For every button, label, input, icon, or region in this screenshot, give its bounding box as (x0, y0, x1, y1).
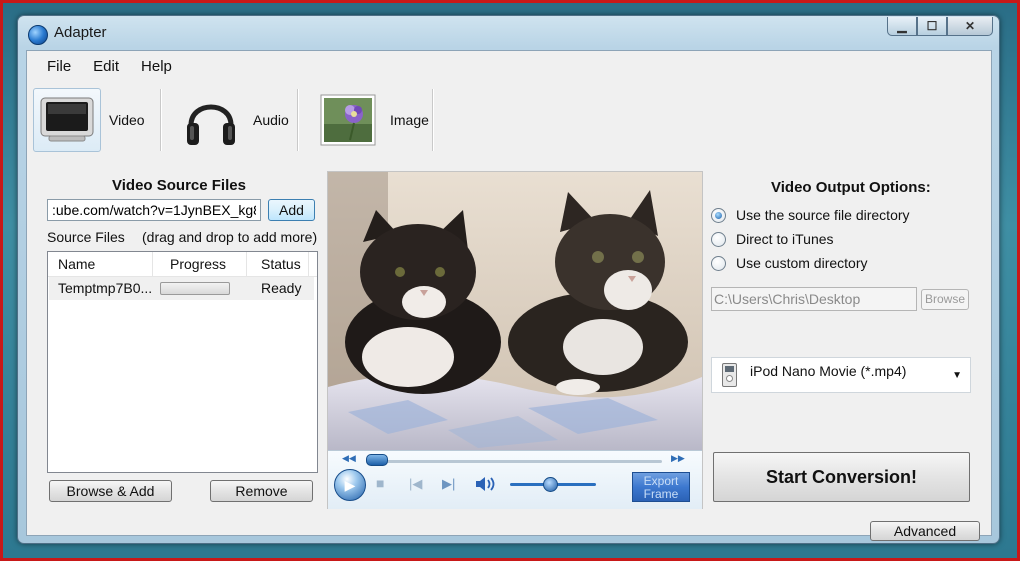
list-header: Name Progress Status (48, 252, 317, 277)
source-files-label: Source Files (47, 229, 125, 245)
column-name[interactable]: Name (58, 256, 95, 272)
menu-help[interactable]: Help (130, 51, 183, 81)
player-controls: ◀◀ ▶▶ ▶ ■ |◀ ▶| Export Frame (328, 450, 702, 509)
minimize-button[interactable]: ▁ (887, 17, 917, 36)
monitor-icon (40, 97, 94, 142)
client-area: File Edit Help Video Audio Image Video S… (26, 50, 992, 541)
fast-forward-icon[interactable]: ▶▶ (671, 453, 685, 464)
column-progress[interactable]: Progress (170, 256, 226, 272)
column-divider[interactable] (308, 252, 309, 276)
tab-image[interactable]: Image (314, 87, 429, 153)
radio-label: Direct to iTunes (736, 231, 834, 247)
row-name: Temptmp7B0... (58, 280, 153, 296)
browse-and-add-button[interactable]: Browse & Add (49, 480, 172, 502)
output-options-title: Video Output Options: (771, 179, 931, 196)
row-progress-bar (160, 282, 230, 295)
cats-video-frame (328, 172, 702, 450)
app-icon (28, 25, 48, 45)
tab-audio-label: Audio (253, 112, 289, 128)
play-button[interactable]: ▶ (334, 469, 366, 501)
window-controls: ▁ ☐ ✕ (887, 17, 993, 36)
column-status[interactable]: Status (261, 256, 301, 272)
tab-image-icon-box (314, 88, 382, 152)
radio-button[interactable] (711, 255, 726, 271)
stop-icon[interactable]: ■ (376, 475, 384, 491)
drag-drop-hint: (drag and drop to add more) (142, 229, 318, 245)
menu-bar: File Edit Help (27, 51, 991, 81)
volume-thumb[interactable] (542, 477, 558, 492)
add-button[interactable]: Add (268, 199, 315, 221)
headphones-icon (187, 104, 235, 145)
table-row[interactable]: Temptmp7B0... Ready (49, 277, 314, 300)
url-input[interactable] (47, 199, 261, 221)
previous-icon[interactable]: |◀ (409, 476, 422, 492)
radio-label: Use the source file directory (736, 207, 910, 223)
tab-divider (432, 89, 434, 151)
export-frame-button[interactable]: Export Frame (632, 472, 690, 502)
rewind-icon[interactable]: ◀◀ (342, 453, 356, 464)
close-button[interactable]: ✕ (947, 17, 993, 36)
export-label-line2: Frame (643, 487, 679, 501)
tab-image-label: Image (390, 112, 429, 128)
tab-audio-icon-box (177, 88, 245, 152)
tab-video-label: Video (109, 112, 145, 128)
radio-custom-directory[interactable]: Use custom directory (711, 255, 867, 271)
tab-divider (160, 89, 162, 151)
radio-button[interactable] (711, 231, 726, 247)
menu-file[interactable]: File (27, 51, 82, 81)
flower-photo-icon (320, 94, 376, 146)
tab-divider (297, 89, 299, 151)
chevron-down-icon[interactable]: ▼ (952, 370, 962, 381)
column-divider[interactable] (152, 252, 153, 276)
radio-source-directory[interactable]: Use the source file directory (711, 207, 910, 223)
seek-bar[interactable] (366, 460, 662, 463)
source-files-list[interactable]: Name Progress Status Temptmp7B0... Ready (47, 251, 318, 473)
column-divider[interactable] (246, 252, 247, 276)
tab-video-icon-box (33, 88, 101, 152)
seek-thumb[interactable] (366, 454, 388, 466)
ipod-icon (722, 363, 737, 387)
radio-label: Use custom directory (736, 255, 868, 271)
radio-direct-itunes[interactable]: Direct to iTunes (711, 231, 834, 247)
app-window: Adapter ▁ ☐ ✕ File Edit Help Video Audio… (17, 15, 1000, 544)
source-files-title: Video Source Files (112, 177, 246, 194)
row-status: Ready (261, 280, 302, 296)
start-conversion-button[interactable]: Start Conversion! (713, 452, 970, 502)
menu-edit[interactable]: Edit (82, 51, 130, 81)
video-player: ◀◀ ▶▶ ▶ ■ |◀ ▶| Export Frame (327, 171, 703, 509)
tab-video[interactable]: Video (33, 87, 145, 153)
output-directory-field[interactable] (711, 287, 917, 311)
video-preview[interactable] (328, 172, 702, 450)
window-title: Adapter (54, 24, 107, 41)
browse-directory-button[interactable]: Browse (921, 289, 969, 310)
output-format-dropdown[interactable]: iPod Nano Movie (*.mp4) ▼ (711, 357, 971, 393)
tab-audio[interactable]: Audio (177, 87, 289, 153)
remove-button[interactable]: Remove (210, 480, 313, 502)
output-format-value: iPod Nano Movie (*.mp4) (750, 363, 907, 379)
maximize-button[interactable]: ☐ (917, 17, 947, 36)
radio-button[interactable] (711, 207, 726, 223)
advanced-button[interactable]: Advanced (870, 521, 980, 541)
volume-icon[interactable] (475, 476, 497, 492)
title-bar[interactable]: Adapter ▁ ☐ ✕ (18, 16, 999, 50)
next-icon[interactable]: ▶| (442, 476, 455, 492)
